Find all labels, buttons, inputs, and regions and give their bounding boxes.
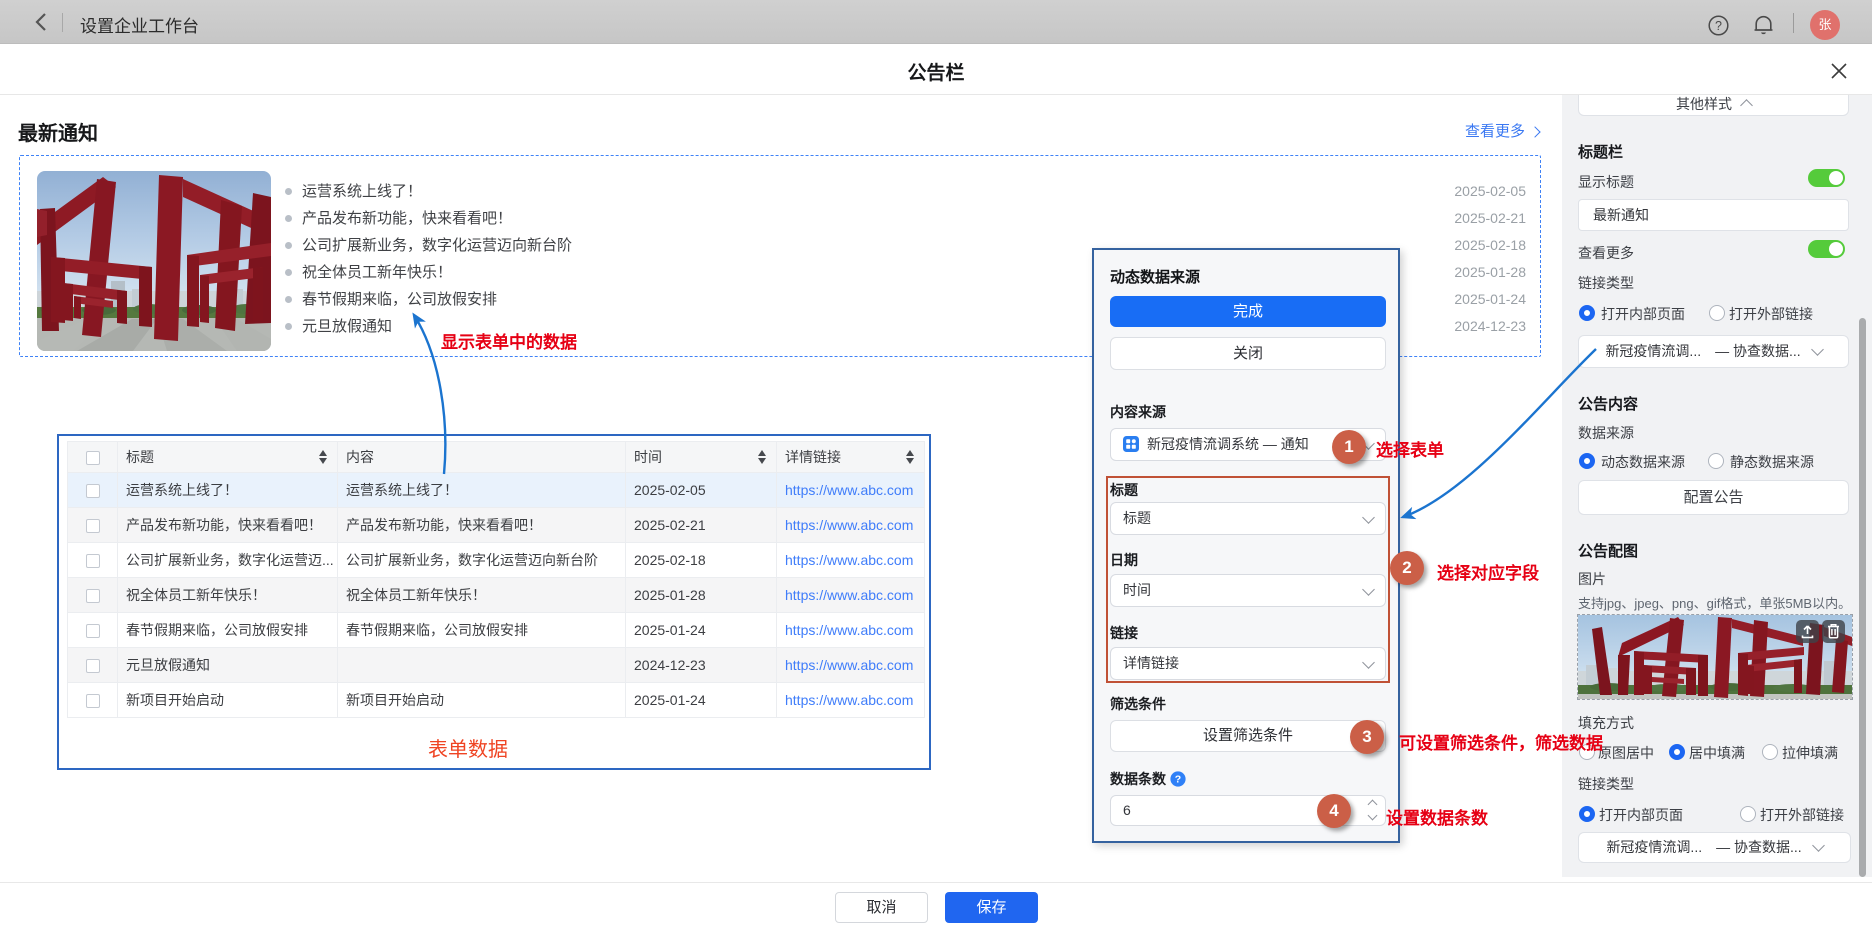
svg-text:?: ? <box>1715 19 1722 33</box>
svg-text:?: ? <box>1175 774 1181 786</box>
